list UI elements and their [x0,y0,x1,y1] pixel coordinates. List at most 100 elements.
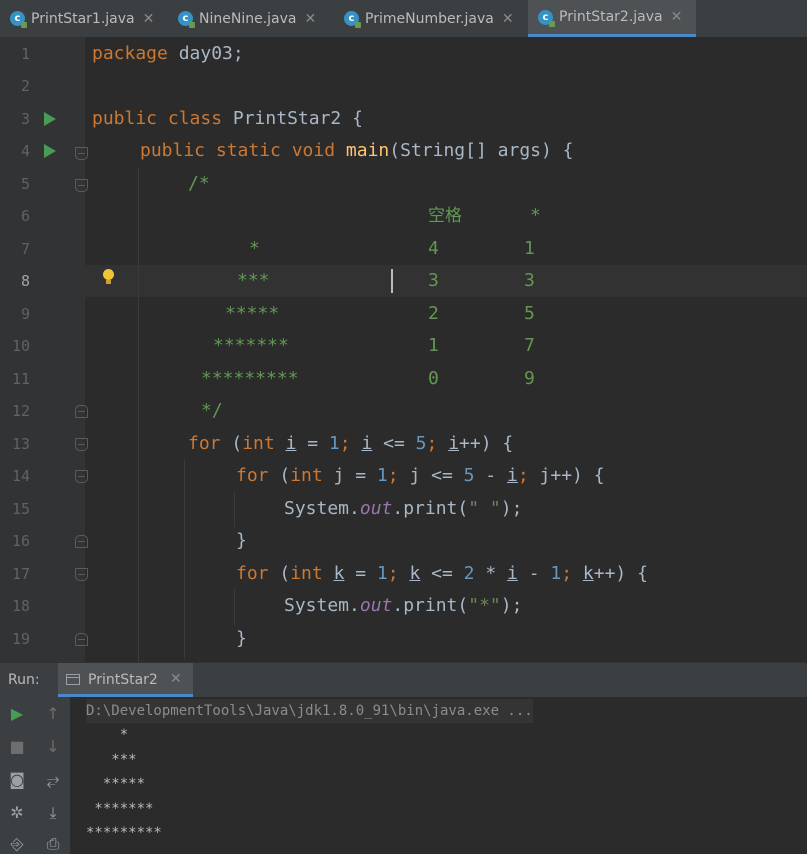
print-icon[interactable]: ⎙ [44,835,62,853]
comment-space-count: 1 [428,335,439,356]
exit-icon[interactable]: ⎆ [8,835,26,853]
tab-primenumber[interactable]: c PrimeNumber.java ✕ [334,0,528,37]
line-number: 16 [11,532,30,550]
line-number: 5 [20,175,30,193]
java-class-icon: c [10,11,27,28]
line-number: 9 [20,305,30,323]
run-label: Run: [8,672,40,688]
close-icon[interactable]: ✕ [143,11,155,27]
code-line-5: /* [188,173,210,194]
line-number: 6 [20,207,30,225]
comment-stars-row: ***** [225,303,280,324]
code-line-1: package day03; [92,43,244,64]
comment-space-count: 4 [428,238,439,259]
soft-wrap-icon[interactable]: ⥂ [44,771,62,789]
lightbulb-icon[interactable] [103,269,114,284]
fold-collapse-icon[interactable] [75,568,88,581]
tab-label: PrintStar1.java [31,10,135,27]
line-number: 18 [11,597,30,615]
console-output-line: ******* [86,801,154,817]
java-class-icon: c [344,11,361,28]
comment-space-count: 0 [428,368,439,389]
code-line-16: } [236,530,247,551]
close-icon[interactable]: ✕ [671,9,683,25]
editor-gutter: 1 2 3 4 5 6 7 8 9 10 11 12 13 14 15 16 1… [0,37,88,662]
comment-stars-row: ********* [201,368,299,389]
line-number: 7 [20,240,30,258]
run-panel: Run: PrintStar2 ✕ ▶ ↑ ■ ↓ ◙ ⥂ ✲ ⤓ ⎆ ⎙ D:… [0,662,807,854]
run-panel-header: Run: PrintStar2 ✕ [0,663,807,697]
comment-star-count: 7 [524,335,535,356]
tab-label: PrintStar2.java [559,9,663,25]
indent-guide [184,459,185,659]
code-line-19: } [236,628,247,649]
scroll-to-end-icon[interactable]: ⤓ [44,804,62,822]
line-number: 2 [20,77,30,95]
code-editor[interactable]: 1 2 3 4 5 6 7 8 9 10 11 12 13 14 15 16 1… [0,37,807,662]
comment-space-header: 空格 [428,206,462,226]
code-line-17: for (int k = 1; k <= 2 * i - 1; k++) { [236,563,648,584]
run-tab-printstar2[interactable]: PrintStar2 ✕ [58,663,193,697]
settings-icon[interactable]: ✲ [8,804,26,822]
camera-icon[interactable]: ◙ [8,771,26,789]
fold-end-icon[interactable] [75,633,88,646]
console-output-line: ***** [86,776,146,792]
rerun-icon[interactable]: ▶ [8,705,26,723]
comment-space-count: 2 [428,303,439,324]
line-number: 15 [11,500,30,518]
code-line-15: System.out.print(" "); [284,498,523,519]
comment-stars-row: *** [237,270,270,291]
close-icon[interactable]: ✕ [170,671,182,687]
fold-collapse-icon[interactable] [75,438,88,451]
tab-ninenine[interactable]: c NineNine.java ✕ [168,0,334,37]
text-caret [391,269,393,293]
tab-printstar1[interactable]: c PrintStar1.java ✕ [0,0,168,37]
console-output-line: ********* [86,825,162,841]
tab-label: PrimeNumber.java [365,10,494,27]
editor-tab-bar: c PrintStar1.java ✕ c NineNine.java ✕ c … [0,0,807,38]
comment-stars-row: ******* [213,335,289,356]
current-line-highlight [85,265,807,297]
run-class-icon[interactable] [44,112,56,126]
line-number: 11 [11,370,30,388]
line-number: 17 [11,565,30,583]
tab-printstar2[interactable]: c PrintStar2.java ✕ [528,0,696,37]
java-class-icon: c [538,9,555,27]
line-number: 19 [11,630,30,648]
line-number: 14 [11,467,30,485]
comment-space-count: 3 [428,270,439,291]
fold-collapse-icon[interactable] [75,179,88,192]
close-icon[interactable]: ✕ [502,11,514,27]
run-tab-label: PrintStar2 [88,672,158,688]
fold-collapse-icon[interactable] [75,470,88,483]
tab-label: NineNine.java [199,10,297,27]
comment-star-count: 5 [524,303,535,324]
comment-stars-row: * [249,238,260,259]
code-line-12: */ [201,400,223,421]
comment-star-count: 3 [524,270,535,291]
code-line-4: public static void main(String[] args) { [140,140,574,161]
indent-guide [234,491,235,527]
stop-icon[interactable]: ■ [8,738,26,756]
comment-star-header: * [530,205,541,226]
line-number: 1 [20,45,30,63]
line-number: 10 [11,337,30,355]
fold-end-icon[interactable] [75,405,88,418]
code-line-18: System.out.print("*"); [284,595,523,616]
fold-end-icon[interactable] [75,535,88,548]
line-number-current: 8 [20,272,30,290]
scroll-down-icon[interactable]: ↓ [44,738,62,756]
close-icon[interactable]: ✕ [304,11,316,27]
fold-collapse-icon[interactable] [75,147,88,160]
comment-star-count: 1 [524,238,535,259]
run-main-icon[interactable] [44,144,56,158]
comment-star-count: 9 [524,368,535,389]
indent-guide [234,589,235,625]
code-line-3: public class PrintStar2 { [92,108,363,129]
console-icon [66,674,80,685]
line-number: 13 [11,435,30,453]
scroll-up-icon[interactable]: ↑ [44,705,62,723]
code-line-13: for (int i = 1; i <= 5; i++) { [188,433,514,454]
line-number: 3 [20,110,30,128]
java-class-icon: c [178,11,195,28]
